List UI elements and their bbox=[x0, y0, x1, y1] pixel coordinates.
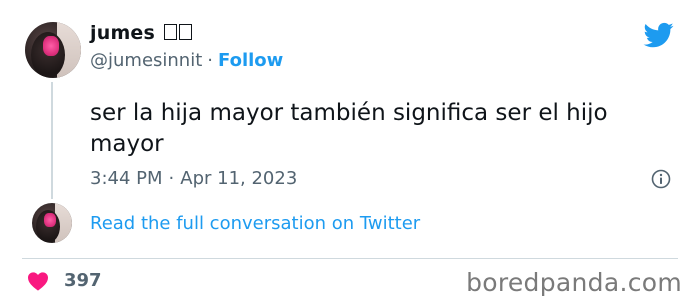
tweet-timestamp[interactable]: 3:44 PM · Apr 11, 2023 bbox=[90, 168, 297, 189]
author-handle[interactable]: @jumesinnit bbox=[90, 50, 202, 71]
tweet-time: 3:44 PM bbox=[90, 168, 163, 189]
tweet-text: ser la hija mayor también significa ser … bbox=[90, 98, 650, 160]
info-icon[interactable] bbox=[651, 169, 671, 189]
reply-avatar[interactable] bbox=[32, 203, 72, 243]
avatar-phone-case bbox=[44, 213, 56, 227]
avatar-phone-case bbox=[43, 36, 59, 56]
like-count[interactable]: 397 bbox=[64, 270, 102, 291]
author-avatar[interactable] bbox=[25, 22, 81, 78]
emoji-placeholder-icon bbox=[178, 24, 192, 40]
tweet-text-line: ser la hija mayor también significa ser … bbox=[90, 100, 608, 126]
separator-dot: · bbox=[207, 50, 214, 71]
tweet-text-line: mayor bbox=[90, 131, 164, 157]
watermark: boredpanda.com bbox=[466, 268, 682, 297]
separator-dot: · bbox=[168, 168, 175, 189]
follow-button[interactable]: Follow bbox=[218, 50, 283, 71]
thread-line bbox=[51, 82, 53, 199]
heart-icon[interactable] bbox=[27, 271, 49, 291]
author-name[interactable]: jumes bbox=[90, 22, 192, 44]
handle-row: @jumesinnit · Follow bbox=[90, 50, 283, 71]
divider bbox=[22, 258, 678, 259]
read-full-conversation-link[interactable]: Read the full conversation on Twitter bbox=[90, 213, 420, 234]
twitter-bird-icon[interactable] bbox=[641, 20, 677, 50]
tweet-date: Apr 11, 2023 bbox=[180, 168, 298, 189]
emoji-placeholder-icon bbox=[163, 24, 177, 40]
author-name-text: jumes bbox=[90, 22, 156, 44]
